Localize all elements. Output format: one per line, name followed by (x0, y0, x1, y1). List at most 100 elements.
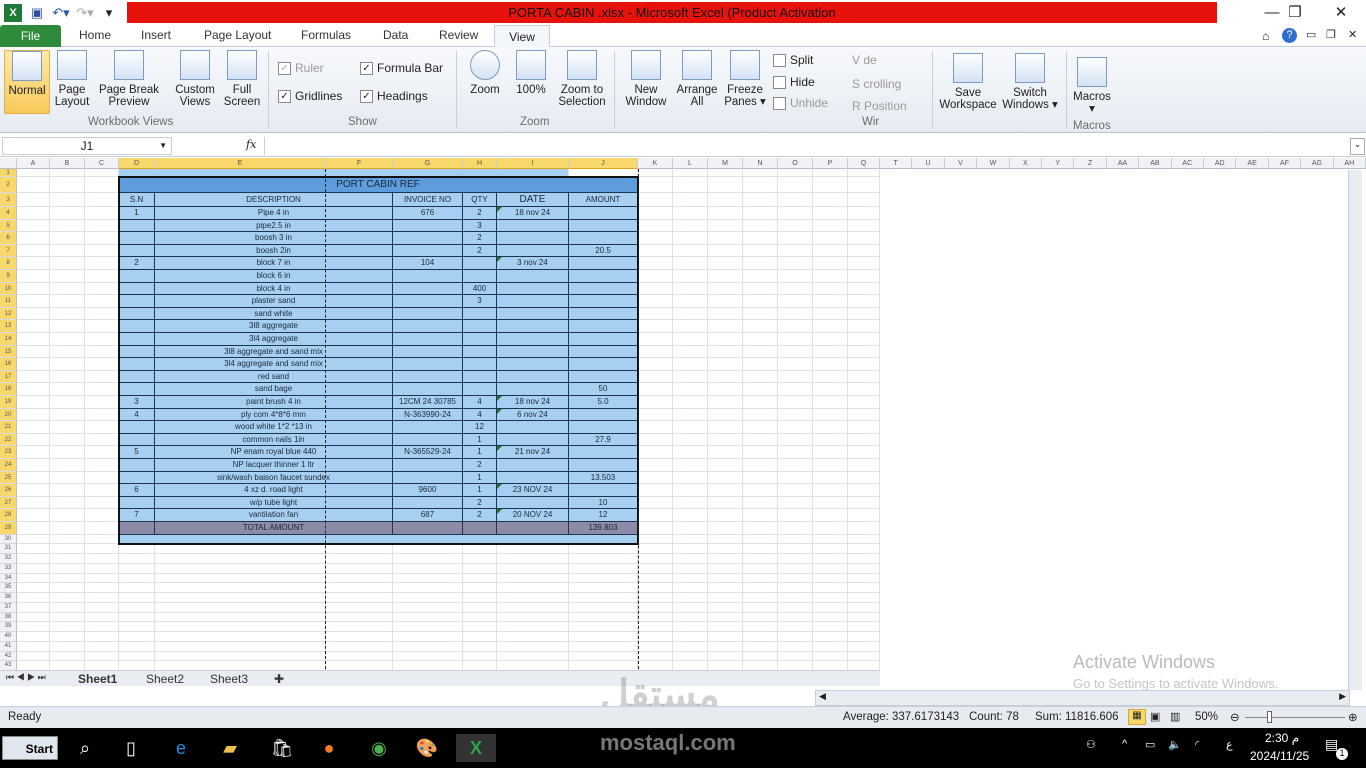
cell[interactable] (326, 563, 393, 574)
table-cell[interactable] (569, 320, 638, 333)
table-cell[interactable] (497, 244, 569, 258)
cell[interactable] (813, 370, 848, 384)
zoom-slider[interactable] (1245, 717, 1345, 718)
total-cell[interactable] (393, 522, 463, 535)
cell[interactable] (778, 257, 813, 270)
table-cell[interactable]: pipe2.5 in (155, 219, 393, 233)
table-cell[interactable]: 3 (119, 396, 155, 409)
cell[interactable] (743, 257, 778, 270)
cell[interactable] (50, 282, 85, 296)
cell[interactable] (85, 544, 119, 555)
cell[interactable] (638, 563, 673, 574)
cell[interactable] (708, 544, 743, 555)
table-cell[interactable]: ply com 4*8*6 mm (155, 408, 393, 422)
wb-restore-icon[interactable]: ❐ (1326, 28, 1336, 41)
cell[interactable] (813, 522, 848, 535)
table-cell[interactable]: 18 nov 24 (497, 396, 569, 409)
table-cell[interactable]: 9600 (393, 484, 463, 497)
cell[interactable] (119, 641, 155, 652)
cell[interactable] (393, 583, 463, 594)
row-header-15[interactable]: 15 (0, 345, 17, 359)
table-cell[interactable] (569, 270, 638, 283)
ruler-checkbox[interactable]: ✓ Ruler (278, 61, 324, 75)
table-cell[interactable]: 104 (393, 257, 463, 270)
cell[interactable] (497, 554, 569, 564)
horizontal-scrollbar[interactable]: ◀ ▶ (815, 690, 1350, 706)
cell[interactable] (17, 534, 50, 545)
row-header-8[interactable]: 8 (0, 257, 17, 270)
tab-home[interactable]: Home (79, 28, 111, 42)
cell[interactable] (778, 651, 813, 662)
table-cell[interactable]: 4 xz d. road light (155, 484, 393, 497)
column-header-J[interactable]: J (569, 158, 638, 169)
cell[interactable] (17, 583, 50, 594)
cell[interactable] (50, 641, 85, 652)
cell[interactable] (813, 396, 848, 409)
cell[interactable] (673, 446, 708, 459)
chrome-icon[interactable]: ◉ (362, 734, 396, 762)
cell[interactable] (17, 522, 50, 535)
cell[interactable] (50, 534, 85, 545)
cell[interactable] (119, 622, 155, 633)
cell[interactable] (673, 509, 708, 522)
cell[interactable] (743, 563, 778, 574)
cell[interactable] (326, 573, 393, 584)
cell[interactable] (848, 370, 880, 384)
battery-icon[interactable]: ▭ (1145, 738, 1155, 751)
page-layout-button[interactable]: Page Layout (52, 50, 92, 108)
row-header-10[interactable]: 10 (0, 282, 17, 296)
table-cell[interactable]: 20 NOV 24 (497, 509, 569, 522)
cell[interactable] (778, 573, 813, 584)
cell[interactable] (50, 219, 85, 233)
cell[interactable] (743, 471, 778, 485)
sheet-tab-sheet2[interactable]: Sheet2 (146, 672, 184, 686)
cell[interactable] (50, 484, 85, 497)
cell[interactable] (17, 484, 50, 497)
cell[interactable] (17, 612, 50, 623)
column-header-AH[interactable]: AH (1333, 158, 1366, 169)
cell[interactable] (17, 544, 50, 555)
total-cell[interactable] (119, 522, 155, 535)
table-cell[interactable]: 23 NOV 24 (497, 484, 569, 497)
cell[interactable] (638, 471, 673, 485)
cell[interactable] (848, 522, 880, 535)
cell[interactable] (638, 446, 673, 459)
cell[interactable] (326, 554, 393, 564)
cell[interactable] (638, 219, 673, 233)
table-cell[interactable]: 7 (119, 509, 155, 522)
column-header-AG[interactable]: AG (1301, 158, 1334, 169)
cell[interactable] (85, 446, 119, 459)
cell[interactable] (848, 396, 880, 409)
cell[interactable] (743, 358, 778, 371)
column-header-N[interactable]: N (743, 158, 778, 169)
cell[interactable] (813, 602, 848, 613)
cell[interactable] (50, 612, 85, 623)
cell[interactable] (708, 421, 743, 434)
cell[interactable] (708, 193, 743, 207)
table-cell[interactable] (119, 232, 155, 245)
close-button[interactable]: ✕ (1318, 0, 1364, 25)
cell[interactable] (638, 383, 673, 396)
cell[interactable] (119, 554, 155, 564)
cell[interactable] (569, 651, 638, 662)
cell[interactable] (848, 612, 880, 623)
cell[interactable] (813, 358, 848, 371)
cell[interactable] (638, 232, 673, 245)
firefox-icon[interactable]: ● (312, 734, 346, 762)
cell[interactable] (638, 433, 673, 447)
cell[interactable] (673, 544, 708, 555)
cell[interactable] (638, 641, 673, 652)
cell[interactable] (463, 622, 497, 633)
cell[interactable] (85, 295, 119, 308)
row-header-11[interactable]: 11 (0, 295, 17, 308)
unhide-button[interactable]: Unhide (773, 96, 828, 110)
cell[interactable] (85, 307, 119, 321)
cell[interactable] (638, 307, 673, 321)
table-cell[interactable]: 2 (463, 207, 497, 220)
cell[interactable] (778, 177, 813, 193)
cell[interactable] (708, 270, 743, 283)
column-header-AC[interactable]: AC (1171, 158, 1204, 169)
cell[interactable] (778, 534, 813, 545)
cell[interactable] (848, 433, 880, 447)
cell[interactable] (848, 333, 880, 346)
